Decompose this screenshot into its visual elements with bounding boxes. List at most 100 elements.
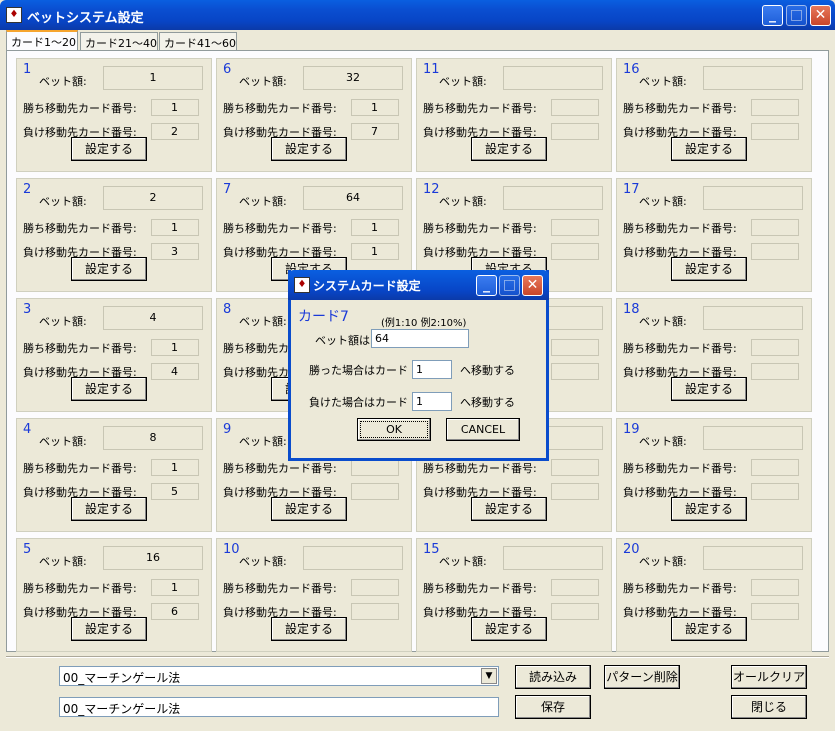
card-number: 8 — [223, 302, 232, 317]
win-target-field — [551, 579, 599, 596]
app-icon: ♦ — [6, 7, 22, 23]
clear-all-button[interactable]: オールクリア — [731, 665, 807, 689]
card-box: 20 ベット額: 勝ち移動先カード番号: 負け移動先カード番号: 設定する — [616, 538, 812, 652]
close-icon: ✕ — [814, 7, 827, 23]
set-card-button[interactable]: 設定する — [71, 497, 147, 521]
dialog-minimize-button[interactable]: _ — [476, 275, 497, 296]
card-number: 12 — [423, 182, 440, 197]
win-target-label: 勝ち移動先カード番号: — [223, 462, 337, 475]
bet-amount-field — [703, 306, 803, 330]
set-card-button[interactable]: 設定する — [71, 257, 147, 281]
bet-amount-field — [303, 546, 403, 570]
set-card-button[interactable]: 設定する — [71, 137, 147, 161]
window-title: ベットシステム設定 — [27, 11, 144, 26]
win-target-field — [551, 219, 599, 236]
set-card-button[interactable]: 設定する — [71, 377, 147, 401]
set-card-button[interactable]: 設定する — [471, 617, 547, 641]
tab-cards-1-20[interactable]: カード1〜20 — [6, 30, 78, 51]
lose-target-field: 1 — [351, 243, 399, 260]
dialog-maximize-button[interactable]: □ — [499, 275, 520, 296]
close-button[interactable]: ✕ — [810, 5, 831, 26]
bet-amount-field — [503, 66, 603, 90]
lose-target-field: 6 — [151, 603, 199, 620]
win-target-label: 勝ち移動先カード番号: — [423, 462, 537, 475]
win-target-label: 勝ち移動先カード番号: — [23, 342, 137, 355]
minimize-button[interactable]: _ — [762, 5, 783, 26]
lose-target-field — [751, 243, 799, 260]
pattern-name-input[interactable]: 00_マーチンゲール法 — [59, 697, 499, 717]
set-card-button[interactable]: 設定する — [671, 377, 747, 401]
bet-label: ベット額: — [439, 195, 487, 208]
lose-target-field — [351, 603, 399, 620]
dialog-app-icon: ♦ — [294, 277, 310, 293]
delete-pattern-button[interactable]: パターン削除 — [604, 665, 680, 689]
lose-target-field — [551, 483, 599, 500]
bet-label: ベット額: — [39, 195, 87, 208]
dialog-close-button[interactable]: ✕ — [522, 275, 543, 296]
card-number: 20 — [623, 542, 640, 557]
bet-label: ベット額: — [439, 555, 487, 568]
tab-cards-21-40[interactable]: カード21〜40 — [80, 32, 158, 50]
win-target-field — [751, 99, 799, 116]
dialog-lose-suffix: へ移動する — [460, 396, 515, 409]
bet-amount-field: 4 — [103, 306, 203, 330]
dialog-lose-input[interactable]: 1 — [412, 392, 452, 411]
chevron-down-icon[interactable]: ▼ — [481, 668, 497, 684]
save-button[interactable]: 保存 — [515, 695, 591, 719]
win-target-label: 勝ち移動先カード番号: — [223, 102, 337, 115]
win-target-field — [351, 579, 399, 596]
win-target-label: 勝ち移動先カード番号: — [23, 462, 137, 475]
card-box: 11 ベット額: 勝ち移動先カード番号: 負け移動先カード番号: 設定する — [416, 58, 612, 172]
win-target-label: 勝ち移動先カード番号: — [623, 342, 737, 355]
lose-target-field: 4 — [151, 363, 199, 380]
bottom-divider — [6, 656, 829, 658]
lose-target-field: 2 — [151, 123, 199, 140]
set-card-button[interactable]: 設定する — [271, 497, 347, 521]
card-number: 10 — [223, 542, 240, 557]
dialog-title-bar[interactable]: ♦ システムカード設定 _ □ ✕ — [288, 270, 549, 300]
win-target-field: 1 — [351, 99, 399, 116]
dialog-win-input[interactable]: 1 — [412, 360, 452, 379]
dialog-win-suffix: へ移動する — [460, 364, 515, 377]
card-box: 18 ベット額: 勝ち移動先カード番号: 負け移動先カード番号: 設定する — [616, 298, 812, 412]
ok-button[interactable]: OK — [357, 418, 431, 441]
bet-amount-field — [703, 546, 803, 570]
card-box: 1 ベット額: 1 勝ち移動先カード番号: 1 負け移動先カード番号: 2 設定する — [16, 58, 212, 172]
tab-cards-41-60[interactable]: カード41〜60 — [159, 32, 237, 50]
set-card-button[interactable]: 設定する — [671, 257, 747, 281]
load-button[interactable]: 読み込み — [515, 665, 591, 689]
bet-label: ベット額: — [239, 195, 287, 208]
lose-target-field: 5 — [151, 483, 199, 500]
win-target-label: 勝ち移動先カード番号: — [423, 222, 537, 235]
set-card-button[interactable]: 設定する — [471, 497, 547, 521]
title-bar[interactable]: ♦ ベットシステム設定 _ □ ✕ — [0, 0, 835, 30]
win-target-field — [751, 219, 799, 236]
close-window-button[interactable]: 閉じる — [731, 695, 807, 719]
lose-target-field: 3 — [151, 243, 199, 260]
win-target-field: 1 — [151, 219, 199, 236]
win-target-field — [551, 99, 599, 116]
card-number: 2 — [23, 182, 32, 197]
dialog-card-title: カード7 — [298, 309, 349, 325]
maximize-button[interactable]: □ — [786, 5, 807, 26]
win-target-label: 勝ち移動先カード番号: — [623, 102, 737, 115]
set-card-button[interactable]: 設定する — [671, 137, 747, 161]
set-card-button[interactable]: 設定する — [71, 617, 147, 641]
set-card-button[interactable]: 設定する — [271, 137, 347, 161]
win-target-field: 1 — [151, 99, 199, 116]
minimize-icon: _ — [483, 277, 490, 293]
bet-amount-field — [503, 186, 603, 210]
dialog-bet-input[interactable]: 64 — [371, 329, 469, 348]
win-target-field — [751, 339, 799, 356]
lose-target-field — [751, 123, 799, 140]
pattern-select-value: 00_マーチンゲール法 — [63, 671, 181, 685]
bet-label: ベット額: — [639, 75, 687, 88]
set-card-button[interactable]: 設定する — [271, 617, 347, 641]
card-box: 17 ベット額: 勝ち移動先カード番号: 負け移動先カード番号: 設定する — [616, 178, 812, 292]
cancel-button[interactable]: CANCEL — [446, 418, 520, 441]
set-card-button[interactable]: 設定する — [671, 617, 747, 641]
set-card-button[interactable]: 設定する — [671, 497, 747, 521]
set-card-button[interactable]: 設定する — [471, 137, 547, 161]
pattern-select[interactable]: 00_マーチンゲール法 ▼ — [59, 666, 499, 686]
bet-label: ベット額: — [239, 435, 287, 448]
